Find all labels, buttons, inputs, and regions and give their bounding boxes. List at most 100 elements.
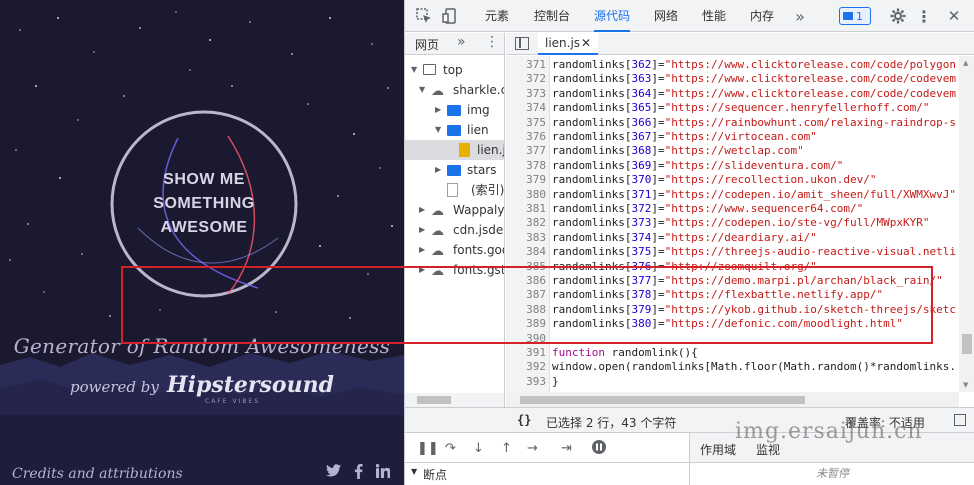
code-line[interactable]: 373 randomlinks[364]="https://www.clickto…: [506, 87, 974, 101]
code-line[interactable]: 379 randomlinks[370]="https://recollectio…: [506, 173, 974, 187]
line-number[interactable]: 371: [506, 58, 546, 72]
kebab-menu-icon[interactable]: ⋮: [915, 7, 933, 26]
line-number[interactable]: 383: [506, 231, 546, 245]
line-number[interactable]: 391: [506, 346, 546, 360]
caret-right-icon[interactable]: ▶: [435, 160, 441, 180]
code-line[interactable]: 383 randomlinks[374]="https://deardiary.a…: [506, 231, 974, 245]
line-number[interactable]: 393: [506, 375, 546, 389]
line-number[interactable]: 378: [506, 159, 546, 173]
tab-performance[interactable]: 性能: [702, 0, 726, 32]
caret-right-icon[interactable]: ▶: [419, 220, 425, 240]
step-over-icon[interactable]: ↷: [445, 441, 456, 456]
line-number[interactable]: 377: [506, 144, 546, 158]
caret-right-icon[interactable]: ▶: [435, 100, 441, 120]
circle-line-1: SHOW ME: [163, 171, 245, 188]
code-line[interactable]: 384 randomlinks[375]="https://threejs-aud…: [506, 245, 974, 259]
tree-item-lien-js[interactable]: lien.js: [405, 140, 504, 160]
tree-item-index[interactable]: (索引): [405, 180, 504, 200]
close-tab-icon[interactable]: ✕: [581, 36, 591, 50]
code-line[interactable]: 391 function randomlink(){: [506, 346, 974, 360]
scrollbar-thumb[interactable]: [962, 334, 972, 354]
caret-down-icon[interactable]: ▼: [419, 80, 425, 100]
code-line[interactable]: 371 randomlinks[362]="https://www.clickto…: [506, 58, 974, 72]
step-out-icon[interactable]: ↑: [501, 441, 512, 456]
pause-on-exceptions-icon[interactable]: [591, 439, 607, 459]
caret-down-icon[interactable]: ▼: [435, 120, 441, 140]
tab-scope[interactable]: 作用域: [700, 441, 736, 458]
step-into-icon[interactable]: ↓: [473, 441, 484, 456]
message-icon: [843, 12, 853, 20]
scroll-down-icon[interactable]: ▼: [963, 381, 968, 389]
scrollbar-thumb[interactable]: [417, 396, 451, 404]
pause-icon[interactable]: ❚❚: [417, 441, 439, 456]
code-line[interactable]: 378 randomlinks[369]="https://slideventur…: [506, 159, 974, 173]
tab-page[interactable]: 网页: [415, 36, 439, 53]
caret-right-icon[interactable]: ▶: [419, 200, 425, 220]
more-tabs-icon[interactable]: »: [791, 7, 809, 26]
credits-link[interactable]: Credits and attributions: [12, 466, 183, 482]
code-line[interactable]: 382 randomlinks[373]="https://codepen.io/…: [506, 216, 974, 230]
code-line[interactable]: 377 randomlinks[368]="https://wetclap.com…: [506, 144, 974, 158]
tree-item-lien[interactable]: ▼ lien: [405, 120, 504, 140]
navigator-scrollbar[interactable]: [405, 393, 504, 407]
editor-horizontal-scrollbar[interactable]: [506, 392, 959, 407]
step-icon[interactable]: →: [527, 441, 538, 456]
navigator-menu-icon[interactable]: ⋮: [485, 34, 499, 50]
url-string: https://codepen.io/amit_sheen/full/XWMXw…: [671, 187, 957, 201]
coverage-icon[interactable]: [954, 414, 966, 426]
brand-logo[interactable]: Hipstersound: [167, 372, 334, 398]
inspect-element-icon[interactable]: [415, 7, 433, 25]
tree-item-cdn[interactable]: ▶ ☁ cdn.jsdeliv: [405, 220, 504, 240]
more-panes-icon[interactable]: »: [457, 34, 466, 50]
tree-item-wappalyzer[interactable]: ▶ ☁ Wappalyz: [405, 200, 505, 220]
tab-memory[interactable]: 内存: [750, 0, 774, 32]
tree-item-stars[interactable]: ▶ stars: [405, 160, 504, 180]
breakpoints-section[interactable]: ▼ 断点: [405, 463, 689, 485]
line-number[interactable]: 372: [506, 72, 546, 86]
line-number[interactable]: 384: [506, 245, 546, 259]
line-number[interactable]: 381: [506, 202, 546, 216]
tree-label: Wappalyz: [453, 203, 505, 217]
toggle-navigator-icon[interactable]: [515, 37, 529, 50]
pretty-print-button[interactable]: {}: [517, 413, 531, 427]
facebook-icon[interactable]: [354, 464, 363, 483]
caret-right-icon[interactable]: ▶: [419, 240, 425, 260]
powered-by[interactable]: powered by Hipstersound: [0, 372, 404, 398]
close-icon[interactable]: ✕: [945, 7, 963, 25]
line-number[interactable]: 374: [506, 101, 546, 115]
line-number[interactable]: 379: [506, 173, 546, 187]
code-line[interactable]: 393}: [506, 375, 974, 389]
code-line[interactable]: 374 randomlinks[365]="https://sequencer.h…: [506, 101, 974, 115]
line-number[interactable]: 373: [506, 87, 546, 101]
twitter-icon[interactable]: [326, 464, 341, 481]
tree-item-fonts-googleapis[interactable]: ▶ ☁ fonts.goo: [405, 240, 504, 260]
line-number[interactable]: 376: [506, 130, 546, 144]
line-number[interactable]: 380: [506, 188, 546, 202]
line-number[interactable]: 382: [506, 216, 546, 230]
scrollbar-thumb[interactable]: [520, 396, 805, 404]
code-line[interactable]: 392 window.open(randomlinks[Math.floor(Ma…: [506, 360, 974, 374]
tree-item-sharkle[interactable]: ▼ ☁ sharkle.co: [405, 80, 504, 100]
device-toolbar-icon[interactable]: [441, 7, 459, 25]
code-line[interactable]: 381 randomlinks[372]="https://www.sequenc…: [506, 202, 974, 216]
settings-gear-icon[interactable]: [889, 7, 907, 25]
code-line[interactable]: 380 randomlinks[371]="https://codepen.io/…: [506, 188, 974, 202]
line-number[interactable]: 375: [506, 116, 546, 130]
tree-item-top[interactable]: ▼ top: [405, 60, 504, 80]
tab-elements[interactable]: 元素: [485, 0, 509, 32]
caret-down-icon[interactable]: ▼: [411, 467, 417, 476]
code-line[interactable]: 372 randomlinks[363]="https://www.clickto…: [506, 72, 974, 86]
caret-down-icon[interactable]: ▼: [411, 60, 417, 80]
linkedin-icon[interactable]: [375, 464, 391, 482]
tree-item-img[interactable]: ▶ img: [405, 100, 504, 120]
deactivate-breakpoints-icon[interactable]: ⇥: [561, 441, 572, 456]
scroll-up-icon[interactable]: ▲: [963, 59, 968, 67]
code-line[interactable]: 375 randomlinks[366]="https://rainbowhunt…: [506, 116, 974, 130]
tab-console[interactable]: 控制台: [534, 0, 570, 32]
line-number[interactable]: 392: [506, 360, 546, 374]
editor-vertical-scrollbar[interactable]: ▲ ▼: [959, 56, 974, 392]
tab-sources[interactable]: 源代码: [594, 0, 631, 32]
code-line[interactable]: 376 randomlinks[367]="https://virtocean.c…: [506, 130, 974, 144]
tab-network[interactable]: 网络: [654, 0, 678, 32]
issues-badge[interactable]: 1: [839, 7, 871, 25]
